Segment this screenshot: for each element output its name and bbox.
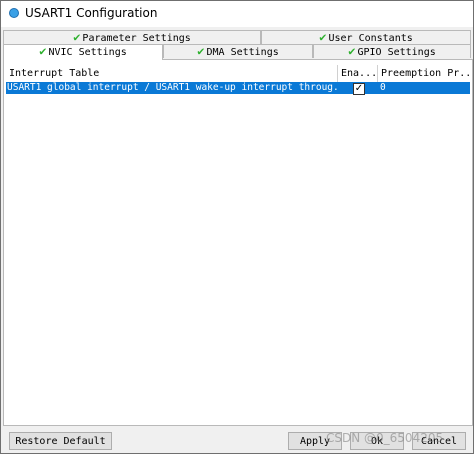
restore-default-button[interactable]: Restore Default [9,432,112,450]
check-icon: ✔ [39,44,47,58]
tab-parameter-settings[interactable]: ✔ Parameter Settings [3,30,261,44]
check-icon: ✔ [197,44,205,58]
interrupt-name-cell: USART1 global interrupt / USART1 wake-up… [7,82,337,93]
tab-nvic-settings[interactable]: ✔ NVIC Settings [3,44,163,60]
configuration-window: USART1 Configuration ✔ Parameter Settings… [0,0,474,454]
enabled-checkbox[interactable]: ✓ [353,83,365,95]
app-icon [10,9,18,17]
title-bar: USART1 Configuration [1,1,473,27]
watermark: CSDN @0_6504205 [326,431,444,445]
tab-gpio-settings[interactable]: ✔ GPIO Settings [313,44,471,58]
interrupt-table-panel: Interrupt Table Ena... Preemption Pr... … [3,59,473,426]
column-header-enabled[interactable]: Ena... [338,65,378,82]
check-icon: ✔ [319,30,327,44]
check-icon: ✔ [73,30,81,44]
column-header-interrupt-table[interactable]: Interrupt Table [6,65,338,82]
window-title: USART1 Configuration [25,6,158,20]
preemption-cell[interactable]: 0 [380,82,410,94]
column-header-preemption[interactable]: Preemption Pr... [378,65,470,82]
tab-dma-settings[interactable]: ✔ DMA Settings [163,44,313,58]
table-row[interactable]: USART1 global interrupt / USART1 wake-up… [6,82,470,95]
check-icon: ✔ [348,44,356,58]
tab-user-constants[interactable]: ✔ User Constants [261,30,471,44]
